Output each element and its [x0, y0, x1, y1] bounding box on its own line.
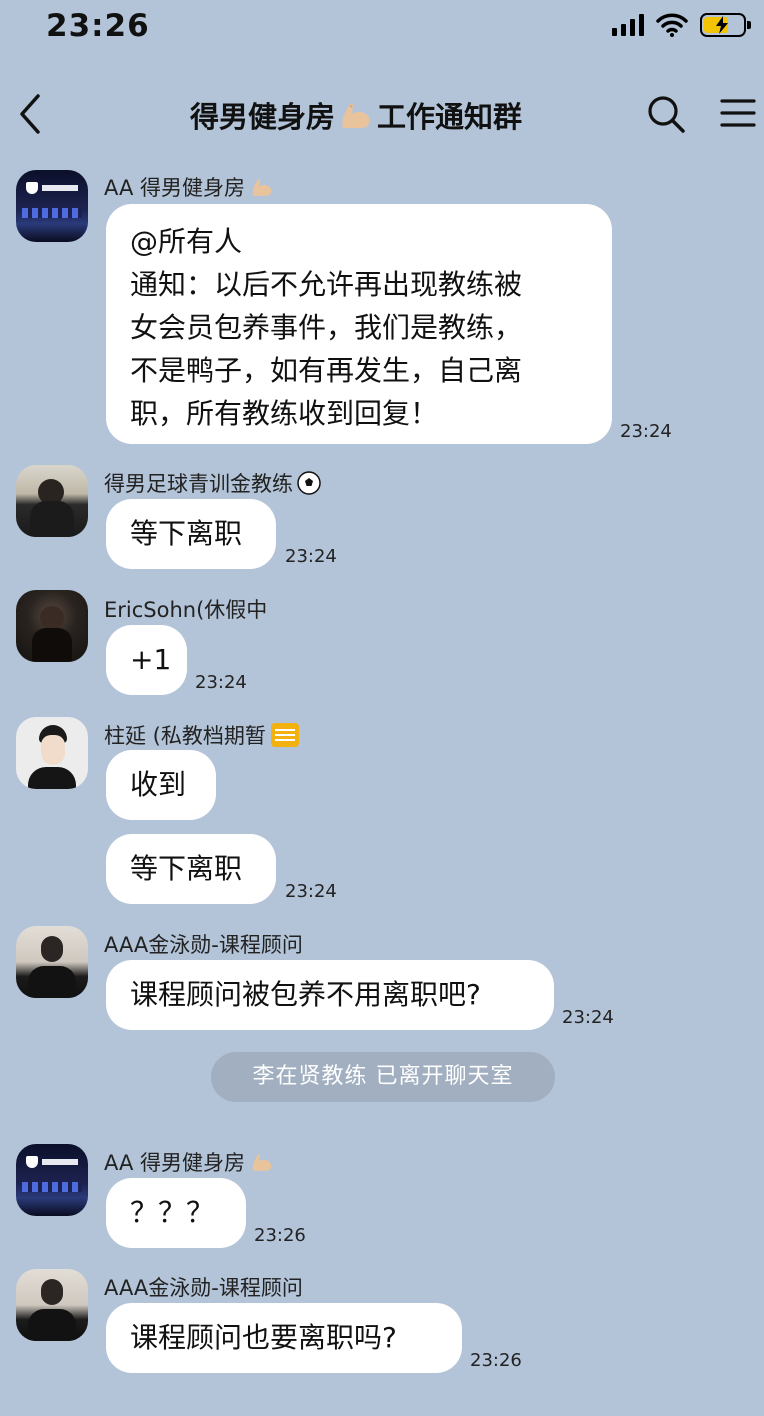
message-line: 不是鸭子，如有再发生，自己离 [130, 354, 523, 387]
message-timestamp: 23:24 [562, 1007, 614, 1028]
chat-title: 得男健身房 工作通知群 [190, 94, 522, 136]
message-text: +1 [130, 643, 172, 676]
sender-name-text: AAA金泳勋-课程顾问 [104, 1276, 303, 1300]
sender-name: 柱延 (私教档期暂 [104, 720, 300, 750]
message-bubble[interactable]: 等下离职 [106, 499, 276, 569]
message-timestamp: 23:24 [195, 672, 247, 693]
sender-name: AA 得男健身房 [104, 172, 275, 202]
flexed-biceps-icon [342, 103, 370, 128]
message-bubble[interactable]: 收到 [106, 750, 216, 820]
message-text: 课程顾问被包养不用离职吧? [130, 978, 481, 1011]
battery-charging-icon [700, 13, 751, 37]
sender-name-text: 得男足球青训金教练 [104, 472, 293, 496]
message-timestamp: 23:26 [254, 1225, 306, 1246]
flexed-biceps-icon [252, 1154, 272, 1171]
message-timestamp: 23:24 [620, 421, 672, 442]
avatar[interactable] [16, 590, 88, 662]
avatar[interactable] [16, 717, 88, 789]
message-bubble[interactable]: +1 [106, 625, 187, 695]
sender-name: AAA金泳勋-课程顾问 [104, 1272, 303, 1302]
avatar[interactable] [16, 1144, 88, 1216]
message-bubble[interactable]: 课程顾问也要离职吗? [106, 1303, 462, 1373]
message-text: 课程顾问也要离职吗? [130, 1321, 397, 1354]
message-timestamp: 23:26 [470, 1350, 522, 1371]
avatar[interactable] [16, 465, 88, 537]
sender-name-text: AA 得男健身房 [104, 1151, 245, 1175]
message-line: 通知：以后不允许再出现教练被 [130, 268, 523, 301]
message-bubble[interactable]: @所有人 通知：以后不允许再出现教练被 女会员包养事件，我们是教练， 不是鸭子，… [106, 204, 612, 444]
sender-name-text: AAA金泳勋-课程顾问 [104, 933, 303, 957]
sender-name-text: 柱延 (私教档期暂 [104, 724, 266, 748]
calendar-icon [270, 723, 299, 747]
status-icons [612, 13, 751, 37]
status-bar: 23:26 [0, 0, 764, 60]
avatar[interactable] [16, 170, 88, 242]
chat-title-left: 得男健身房 [190, 100, 336, 134]
message-text: 等下离职 [130, 517, 243, 550]
message-bubble[interactable]: 等下离职 [106, 834, 276, 904]
soccer-ball-icon [297, 471, 321, 495]
chat-header: 得男健身房 工作通知群 [0, 80, 764, 150]
message-text: 收到 [130, 768, 187, 801]
sender-name: AA 得男健身房 [104, 1147, 275, 1177]
message-text: 等下离职 [130, 852, 243, 885]
wifi-icon [656, 13, 688, 37]
sender-name: 得男足球青训金教练 [104, 468, 321, 498]
search-icon[interactable] [646, 94, 686, 134]
avatar[interactable] [16, 926, 88, 998]
menu-icon[interactable] [720, 96, 756, 130]
system-notice: 李在贤教练 已离开聊天室 [211, 1052, 555, 1102]
sender-name-text: EricSohn(休假中 [104, 598, 268, 622]
status-time: 23:26 [46, 8, 150, 44]
message-line: @所有人 [130, 225, 243, 258]
cellular-signal-icon [612, 14, 644, 36]
avatar[interactable] [16, 1269, 88, 1341]
message-bubble[interactable]: 课程顾问被包养不用离职吧? [106, 960, 554, 1030]
sender-name: EricSohn(休假中 [104, 594, 267, 624]
chat-title-right: 工作通知群 [377, 100, 523, 134]
message-line: 职，所有教练收到回复！ [130, 397, 439, 430]
message-line: 女会员包养事件，我们是教练， [130, 311, 523, 344]
sender-name-text: AA 得男健身房 [104, 176, 245, 200]
message-text: ？？？ [130, 1196, 215, 1229]
message-bubble[interactable]: ？？？ [106, 1178, 246, 1248]
sender-name: AAA金泳勋-课程顾问 [104, 929, 303, 959]
message-timestamp: 23:24 [285, 881, 337, 902]
flexed-biceps-icon [252, 179, 272, 196]
back-arrow-icon[interactable] [14, 92, 48, 136]
message-timestamp: 23:24 [285, 546, 337, 567]
